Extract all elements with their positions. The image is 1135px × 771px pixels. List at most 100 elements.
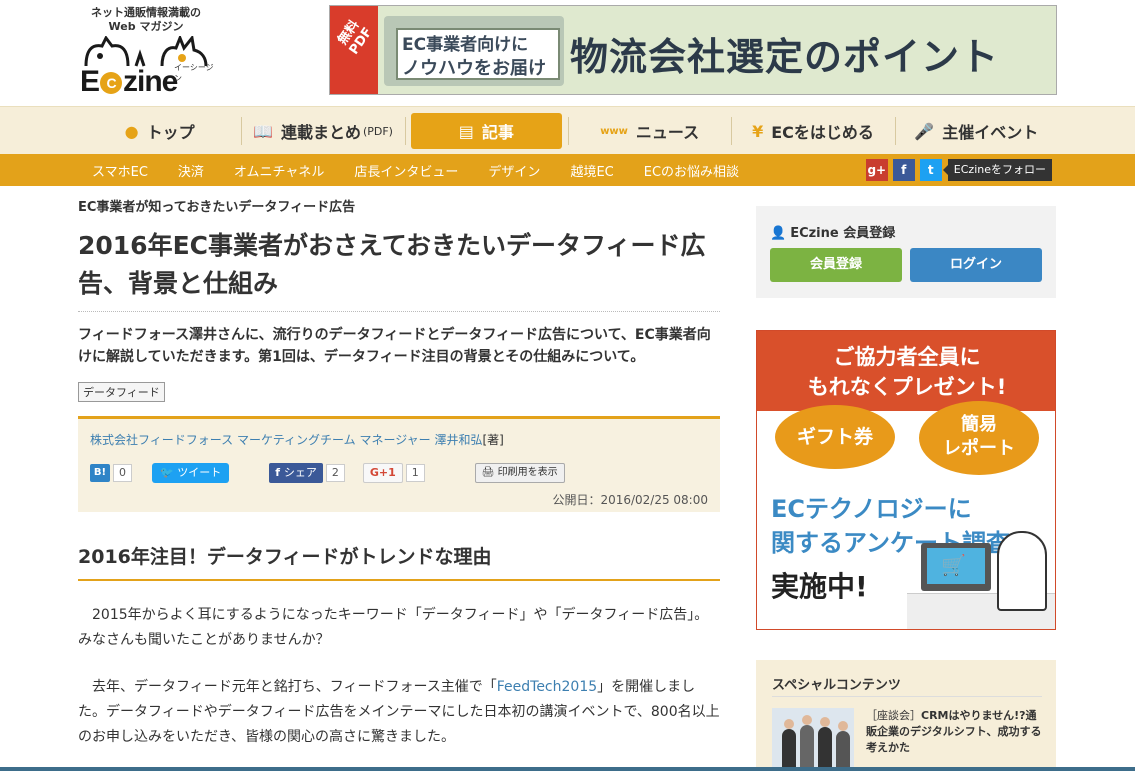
published-date: 公開日：2016/02/25 08:00: [552, 493, 708, 507]
nav-articles[interactable]: ▤ 記事: [404, 107, 568, 155]
ad-headline-2: もれなくプレゼント!: [807, 375, 1007, 399]
category-consultation[interactable]: ECのお悩み相談: [644, 161, 739, 180]
feedtech-link[interactable]: FeedTech2015: [497, 679, 597, 695]
article: EC事業者が知っておきたいデータフィード広告 2016年EC事業者がおさえておき…: [78, 196, 720, 750]
coin-icon: ●: [124, 121, 139, 141]
banner-headline: 物流会社選定のポイント: [570, 35, 1000, 79]
document-icon: ▤: [458, 121, 474, 141]
logo-tagline: ネット通販情報満載の: [91, 6, 201, 19]
nav-articles-label: 記事: [481, 123, 514, 142]
author-role: [著]: [482, 433, 504, 447]
book-icon: 📖: [253, 121, 273, 141]
nav-events[interactable]: 🎤 主催イベント: [894, 107, 1058, 155]
para2-text-pre: 去年、データフィード元年と銘打ち、フィードフォース主催で「: [92, 679, 497, 695]
header-ad-banner[interactable]: 無料PDF EC事業者向けに ノウハウをお届け 物流会社選定のポイント: [329, 5, 1057, 95]
person-icon: 👤: [770, 226, 787, 241]
special-divider: [772, 696, 1042, 697]
nav-series-label: 連載まとめ: [280, 123, 361, 142]
series-title[interactable]: EC事業者が知っておきたいデータフィード広告: [78, 196, 720, 215]
nav-start-ec[interactable]: ¥ ECをはじめる: [731, 107, 894, 155]
special-item-tag: ［座談会］: [866, 709, 921, 722]
www-icon: www: [600, 125, 628, 137]
nav-top[interactable]: ● トップ: [78, 107, 241, 155]
nav-start-ec-label: ECをはじめる: [771, 123, 874, 142]
ad-survey-line-1: ECテクノロジーに: [771, 495, 972, 523]
person-figure: [836, 721, 850, 771]
main-nav: ● トップ 📖 連載まとめ (PDF) ▤ 記事 www ニュース ¥ ECをは…: [0, 106, 1135, 154]
banner-line-2: ノウハウをお届け: [402, 58, 546, 79]
site-header: ネット通販情報満載の Web マガジン E Czine イーシージン 無料PDF …: [0, 0, 1135, 106]
twitter-icon[interactable]: t: [919, 159, 942, 181]
twitter-bird-icon: 🐦: [160, 466, 178, 479]
section-heading: 2016年注目！データフィードがトレンドな理由: [78, 542, 720, 581]
nav-series-sub: (PDF): [362, 124, 393, 138]
member-title: 👤 ECzine 会員登録: [770, 222, 895, 241]
share-bar: B! 0 🐦 ツイート f シェア 2 G+1 1 🖨 印刷用を表示: [90, 463, 565, 483]
window-bottom-edge: [0, 767, 1135, 771]
person-figure: [800, 715, 814, 771]
hatena-count: 0: [113, 464, 132, 482]
yen-icon: ¥: [752, 121, 764, 141]
category-nav-items: スマホEC 決済 オムニチャネル 店長インタビュー デザイン 越境EC ECのお…: [78, 154, 1058, 186]
category-smartphone-ec[interactable]: スマホEC: [92, 161, 148, 180]
roundtable-thumbnail[interactable]: [772, 708, 854, 771]
banner-line-1: EC事業者向けに: [402, 35, 529, 55]
microphone-icon: 🎤: [914, 121, 935, 141]
login-button[interactable]: ログイン: [910, 248, 1042, 282]
category-interview[interactable]: 店長インタビュー: [354, 161, 458, 180]
nav-news[interactable]: www ニュース: [567, 107, 731, 155]
category-cross-border[interactable]: 越境EC: [570, 161, 613, 180]
register-button[interactable]: 会員登録: [770, 248, 902, 282]
printer-icon: 🖨: [481, 467, 498, 478]
print-label: 印刷用を表示: [497, 467, 558, 478]
logo-kana: イーシージン: [174, 63, 214, 83]
category-nav: スマホEC 決済 オムニチャネル 店長インタビュー デザイン 越境EC ECのお…: [0, 154, 1135, 186]
google-plus-icon[interactable]: g+: [865, 159, 888, 181]
author-name[interactable]: 株式会社フィードフォース マーケティングチーム マネージャー 澤井和弘: [90, 433, 482, 447]
member-box: 👤 ECzine 会員登録 会員登録 ログイン: [756, 206, 1056, 298]
shopping-cart-icon: 🛒: [941, 553, 966, 577]
category-omnichannel[interactable]: オムニチャネル: [234, 161, 324, 180]
special-content-title: スペシャルコンテンツ: [772, 678, 901, 693]
article-paragraph-2: 去年、データフィード元年と銘打ち、フィードフォース主催で「FeedTech201…: [78, 675, 720, 750]
survey-ad-banner[interactable]: ご協力者全員に もれなくプレゼント! ギフト券 簡易レポート ECテクノロジーに…: [756, 330, 1056, 630]
person-figure: [818, 717, 832, 771]
special-item-text[interactable]: ［座談会］CRMはやりません!?通販企業のデジタルシフト、成功する考えかた: [866, 708, 1042, 756]
nav-news-label: ニュース: [635, 123, 700, 142]
google-plus-count: 1: [405, 464, 425, 482]
fb-share-label: シェア: [283, 466, 317, 479]
member-title-text: ECzine 会員登録: [790, 226, 896, 241]
facebook-share-button[interactable]: f シェア: [269, 463, 323, 483]
article-title: 2016年EC事業者がおさえておきたいデータフィード広告、背景と仕組み: [78, 227, 720, 312]
google-plus-one-button[interactable]: G+1: [362, 463, 403, 483]
facebook-share-count: 2: [325, 464, 345, 482]
tweet-label: ツイート: [177, 466, 222, 479]
logo-tagline-2: Web マガジン: [108, 20, 184, 33]
main-nav-items: ● トップ 📖 連載まとめ (PDF) ▤ 記事 www ニュース ¥ ECをは…: [78, 107, 1058, 155]
eczine-logo[interactable]: ネット通販情報満載の Web マガジン E Czine イーシージン: [78, 6, 214, 98]
ad-gift-card-bubble: ギフト券: [775, 405, 895, 469]
logo-wordmark: E Czine: [80, 65, 178, 98]
tweet-button[interactable]: 🐦 ツイート: [152, 463, 230, 483]
hatena-bookmark-button[interactable]: B!: [90, 464, 110, 482]
category-payment[interactable]: 決済: [178, 161, 204, 180]
ad-report-line-2: レポート: [943, 438, 1015, 459]
ad-report-line-1: 簡易: [961, 414, 997, 435]
article-lead: フィードフォース澤井さんに、流行りのデータフィードとデータフィード広告について、…: [78, 327, 711, 365]
category-design[interactable]: デザイン: [488, 161, 540, 180]
man-illustration-icon: [997, 531, 1047, 611]
author-box: 株式会社フィードフォース マーケティングチーム マネージャー 澤井和弘[著] B…: [78, 416, 720, 512]
ad-report-bubble: 簡易 レポート: [919, 401, 1039, 475]
print-button[interactable]: 🖨 印刷用を表示: [474, 463, 565, 483]
follow-label: ECzineをフォロー: [942, 159, 1052, 181]
nav-events-label: 主催イベント: [942, 123, 1039, 142]
article-tag[interactable]: データフィード: [78, 382, 165, 402]
facebook-f-icon: f: [275, 466, 284, 479]
social-follow: g+ f t ECzineをフォロー: [861, 159, 1052, 181]
article-paragraph-1: 2015年からよく耳にするようになったキーワード「データフィード」や「データフィ…: [78, 607, 709, 648]
ad-headline-1: ご協力者全員に: [833, 345, 981, 369]
nav-series-pdf[interactable]: 📖 連載まとめ (PDF): [241, 107, 404, 155]
special-content-box: スペシャルコンテンツ ［座談会］CRMはやりません!?通販企業のデジタルシフト、…: [756, 660, 1056, 771]
ad-in-progress: 実施中!: [771, 570, 868, 603]
facebook-icon[interactable]: f: [892, 159, 915, 181]
